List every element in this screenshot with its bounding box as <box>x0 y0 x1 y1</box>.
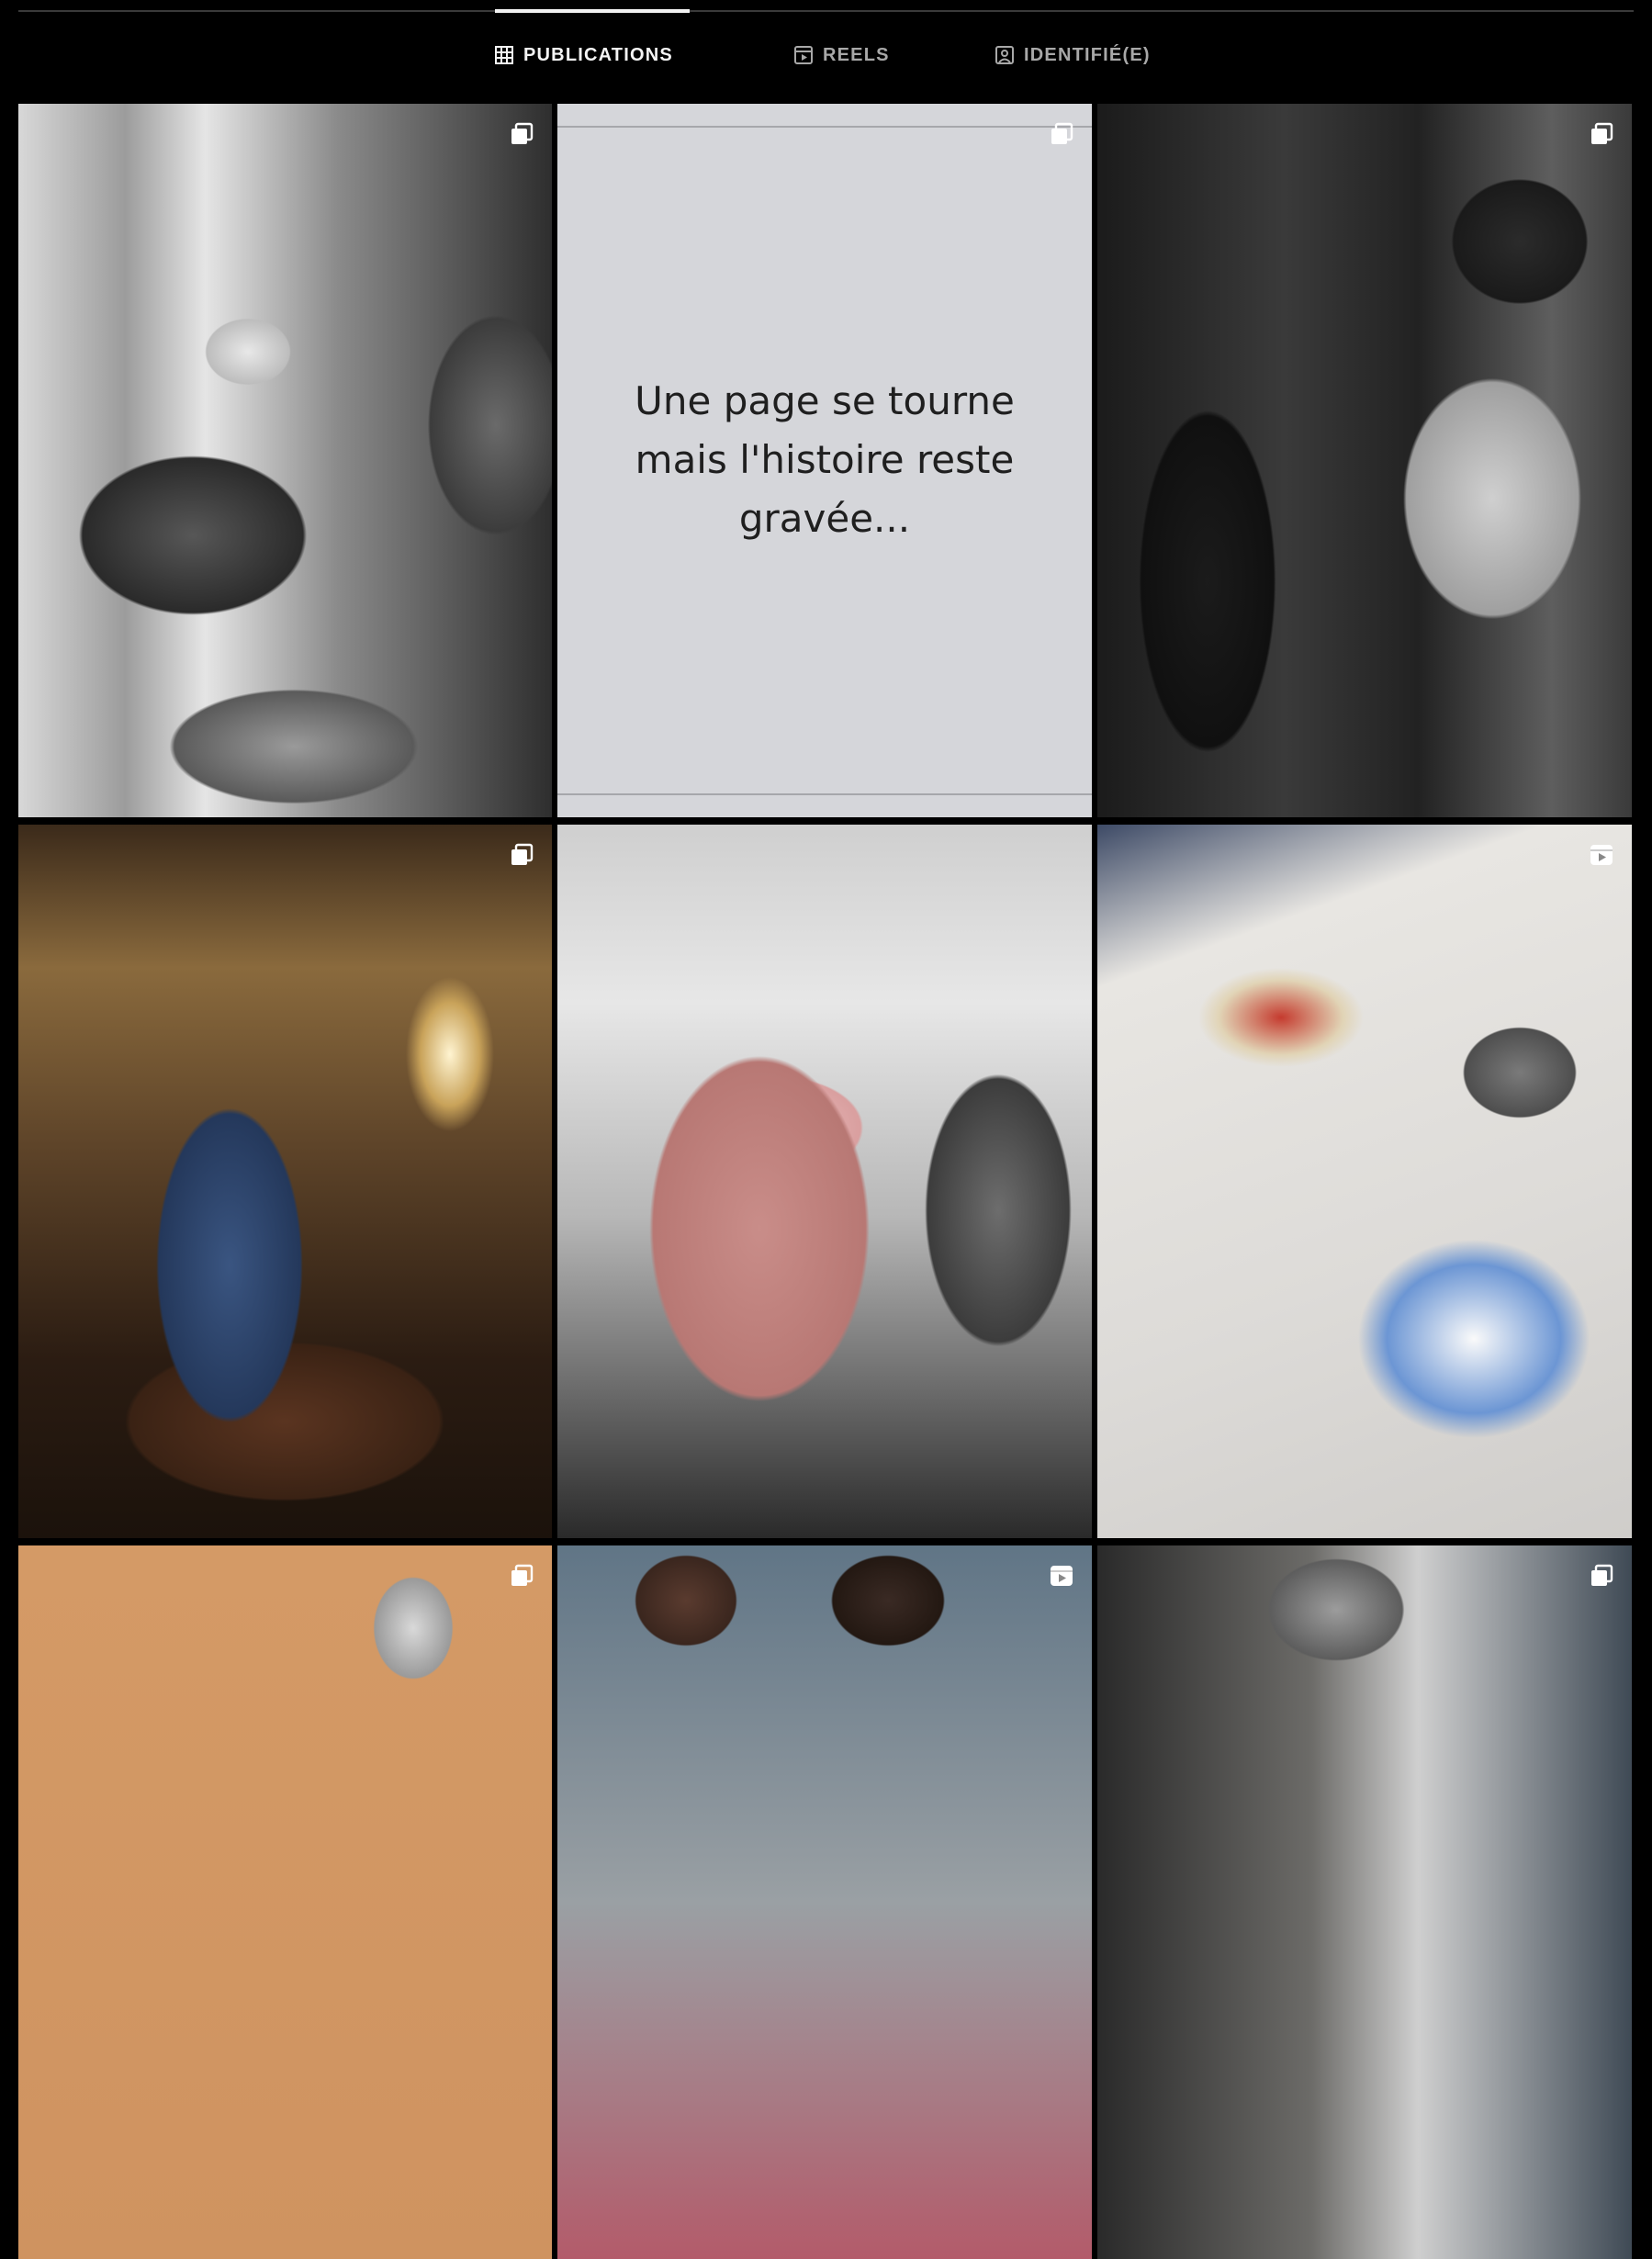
profile-tab-bar: PUBLICATIONS REELS IDENTIFIÉ(E) <box>0 0 1652 101</box>
tab-reels[interactable]: REELS <box>793 42 890 68</box>
carousel-icon <box>511 122 534 144</box>
carousel-icon <box>1591 1564 1613 1586</box>
tab-tagged-label: IDENTIFIÉ(E) <box>1024 44 1151 65</box>
posts-grid: Une page se tourne mais l'histoire reste… <box>18 104 1635 2259</box>
tab-publications[interactable]: PUBLICATIONS <box>494 42 673 68</box>
post-tile[interactable] <box>18 825 552 1538</box>
post-tile[interactable] <box>1097 825 1632 1538</box>
carousel-icon <box>511 1564 534 1586</box>
card-top-rule <box>557 126 1092 128</box>
tab-bar-divider <box>18 10 1634 12</box>
post-tile[interactable] <box>1097 104 1632 817</box>
tab-publications-label: PUBLICATIONS <box>523 44 673 65</box>
carousel-icon <box>1051 122 1073 144</box>
reels-icon <box>793 45 814 65</box>
reel-icon <box>1590 845 1613 865</box>
post-tile-quote[interactable]: Une page se tourne mais l'histoire reste… <box>557 104 1092 817</box>
carousel-icon <box>1591 122 1613 144</box>
grid-icon <box>494 45 514 65</box>
tagged-icon <box>995 45 1015 65</box>
post-tile[interactable] <box>18 104 552 817</box>
reel-icon <box>1051 1566 1073 1586</box>
post-quote-text: Une page se tourne mais l'histoire reste… <box>635 378 1015 541</box>
tab-tagged[interactable]: IDENTIFIÉ(E) <box>995 42 1151 68</box>
post-tile[interactable] <box>557 825 1092 1538</box>
card-bottom-rule <box>557 793 1092 795</box>
carousel-icon <box>511 843 534 865</box>
active-tab-indicator <box>495 9 690 13</box>
tab-reels-label: REELS <box>823 44 890 65</box>
